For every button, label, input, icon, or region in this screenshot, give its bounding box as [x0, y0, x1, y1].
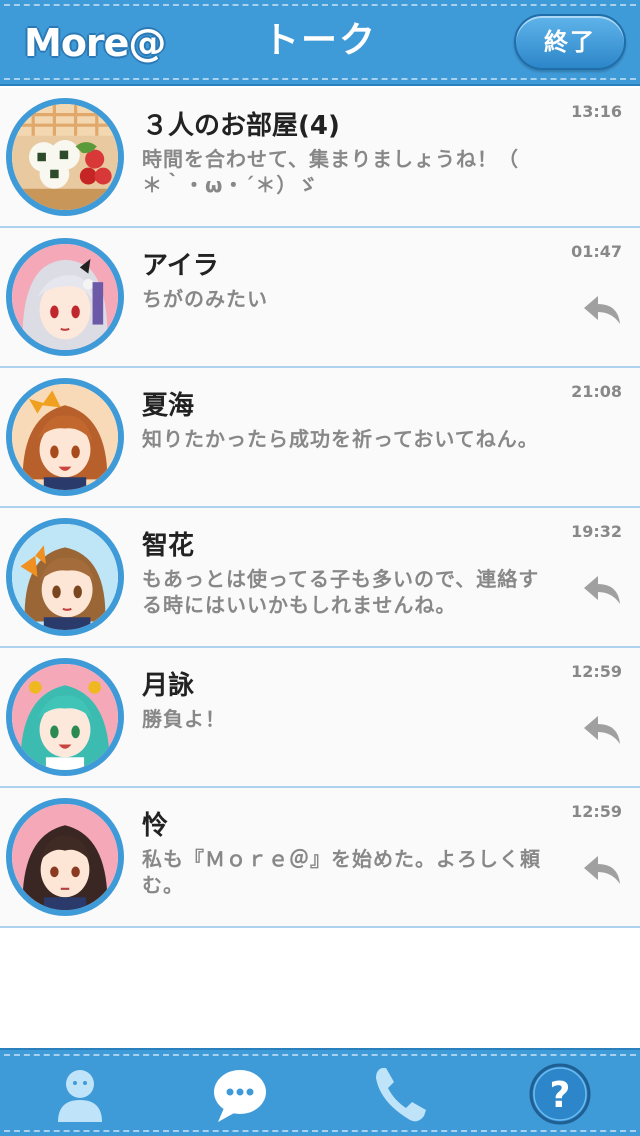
natsumi-avatar-icon — [6, 378, 124, 496]
talk-row[interactable]: ３人のお部屋(4) 時間を合わせて、集まりましょうね！（ ＊｀・ω・´＊）ゞ 1… — [0, 88, 640, 228]
thread-time: 13:16 — [571, 102, 622, 121]
thread-name: ３人のお部屋(4) — [142, 111, 340, 141]
thread-message: 私も『Ｍｏｒｅ＠』を始めた。よろしく頼む。 — [142, 847, 541, 897]
thread-message: 知りたかったら成功を祈っておいてねん。 — [142, 427, 539, 451]
tomoka-avatar-icon — [6, 518, 124, 636]
talk-row[interactable]: 夏海 知りたかったら成功を祈っておいてねん。 21:08 — [0, 368, 640, 508]
aira-avatar-icon — [6, 238, 124, 356]
thread-message: 勝負よ！ — [142, 707, 226, 731]
thread-name: 夏海 — [142, 391, 195, 421]
talk-list: ３人のお部屋(4) 時間を合わせて、集まりましょうね！（ ＊｀・ω・´＊）ゞ 1… — [0, 88, 640, 928]
thread-name: アイラ — [142, 251, 219, 281]
thread-time: 21:08 — [571, 382, 622, 401]
talk-row[interactable]: 怜 私も『Ｍｏｒｅ＠』を始めた。よろしく頼む。 12:59 — [0, 788, 640, 928]
thread-name: 怜 — [142, 811, 169, 841]
thread-time: 12:59 — [571, 802, 622, 821]
talk-row[interactable]: 月詠 勝負よ！ 12:59 — [0, 648, 640, 788]
chat-bubble-icon[interactable] — [208, 1062, 272, 1126]
thread-message: ちがのみたい — [142, 287, 268, 311]
bento-avatar-icon — [6, 98, 124, 216]
thread-name: 智花 — [142, 531, 195, 561]
talk-row[interactable]: アイラ ちがのみたい 01:47 — [0, 228, 640, 368]
profile-icon[interactable] — [48, 1062, 112, 1126]
talk-row[interactable]: 智花 もあっとは使ってる子も多いので、連絡する時にはいいかもしれませんね。 19… — [0, 508, 640, 648]
thread-time: 19:32 — [571, 522, 622, 541]
tsukuyomi-avatar-icon — [6, 658, 124, 776]
reply-icon — [584, 296, 620, 324]
thread-message: 時間を合わせて、集まりましょうね！（ ＊｀・ω・´＊）ゞ — [142, 147, 519, 197]
thread-time: 01:47 — [571, 242, 622, 261]
phone-icon[interactable] — [368, 1062, 432, 1126]
rei-avatar-icon — [6, 798, 124, 916]
help-icon[interactable]: ? — [528, 1062, 592, 1126]
top-bar: More@ トーク 終了 — [0, 0, 640, 86]
reply-icon — [584, 576, 620, 604]
bottom-tab-bar: ? — [0, 1048, 640, 1136]
end-button[interactable]: 終了 — [514, 14, 626, 70]
reply-icon — [584, 716, 620, 744]
help-label: ? — [550, 1075, 571, 1116]
thread-time: 12:59 — [571, 662, 622, 681]
thread-message: もあっとは使ってる子も多いので、連絡する時にはいいかもしれませんね。 — [142, 567, 540, 617]
reply-icon — [584, 856, 620, 884]
thread-name: 月詠 — [142, 671, 195, 701]
